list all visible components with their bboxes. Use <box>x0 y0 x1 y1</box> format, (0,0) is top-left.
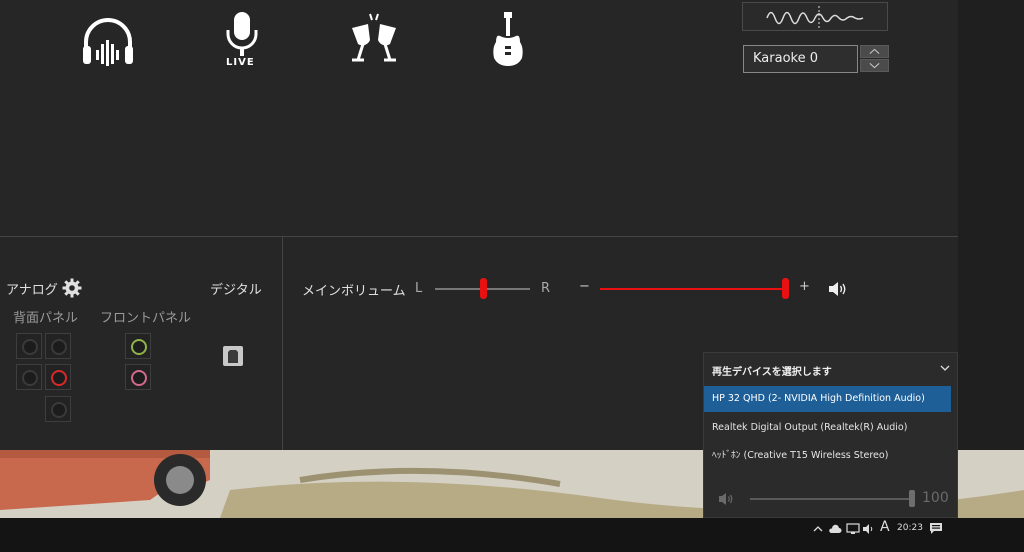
waveform-icon <box>766 6 864 29</box>
balance-right-label: R <box>541 281 551 296</box>
chevron-up-icon <box>869 48 880 54</box>
spin-up-button[interactable] <box>860 45 889 58</box>
speaker-icon[interactable] <box>718 491 736 507</box>
speaker-icon[interactable] <box>828 281 848 297</box>
spin-down-button[interactable] <box>860 59 889 72</box>
device-item[interactable]: Realtek Digital Output (Realtek(R) Audio… <box>704 415 951 441</box>
front-panel-label: フロントパネル <box>100 311 192 326</box>
volume-fill <box>600 288 789 290</box>
popup-volume-track[interactable] <box>750 498 912 500</box>
window-edge <box>958 0 1024 450</box>
main-volume-label: メインボリューム <box>302 284 406 299</box>
speaker-icon[interactable] <box>862 523 876 535</box>
popup-title: 再生デバイスを選択します <box>712 367 832 378</box>
volume-plus-button[interactable]: + <box>799 279 810 294</box>
chevron-up-icon[interactable] <box>812 524 824 534</box>
rear-jack[interactable] <box>16 333 42 359</box>
network-icon[interactable] <box>846 523 860 535</box>
rear-jack[interactable] <box>45 396 71 422</box>
chevron-down-icon <box>869 63 880 69</box>
divider <box>0 236 958 237</box>
device-item[interactable]: ﾍｯﾄﾞﾎﾝ (Creative T15 Wireless Stereo) <box>704 443 951 469</box>
chevron-down-icon[interactable] <box>939 362 951 374</box>
guitar-icon[interactable] <box>476 10 540 70</box>
preset-field[interactable]: Karaoke 0 <box>743 45 858 73</box>
live-label: LIVE <box>226 57 255 68</box>
digital-title: デジタル <box>210 283 262 298</box>
toast-glasses-icon[interactable] <box>342 10 406 70</box>
front-jack-green[interactable] <box>125 333 151 359</box>
device-item[interactable]: HP 32 QHD (2- NVIDIA High Definition Aud… <box>704 386 951 412</box>
popup-volume-thumb[interactable] <box>909 490 915 507</box>
rear-panel-label: 背面パネル <box>13 311 79 326</box>
balance-left-label: L <box>415 281 423 296</box>
ime-indicator[interactable]: A <box>880 519 890 535</box>
divider <box>282 237 283 450</box>
playback-device-popup: 再生デバイスを選択します HP 32 QHD (2- NVIDIA High D… <box>703 352 958 518</box>
front-jack-pink[interactable] <box>125 364 151 390</box>
notification-icon[interactable] <box>929 522 943 535</box>
rear-jack[interactable] <box>16 364 42 390</box>
headphone-icon[interactable] <box>76 10 140 70</box>
popup-volume-value: 100 <box>922 490 949 506</box>
waveform-button[interactable] <box>742 2 888 31</box>
optical-port-icon[interactable] <box>222 345 244 367</box>
volume-minus-button[interactable]: − <box>579 279 590 294</box>
rear-jack-red[interactable] <box>45 364 71 390</box>
analog-title: アナログ <box>6 283 58 298</box>
microphone-live-icon[interactable]: LIVE <box>210 10 274 70</box>
cloud-icon[interactable] <box>828 524 842 534</box>
volume-thumb[interactable] <box>782 278 789 299</box>
clock[interactable]: 20:23 <box>897 523 923 533</box>
rear-jack[interactable] <box>45 333 71 359</box>
balance-thumb[interactable] <box>479 278 487 299</box>
gear-icon[interactable] <box>62 278 82 298</box>
